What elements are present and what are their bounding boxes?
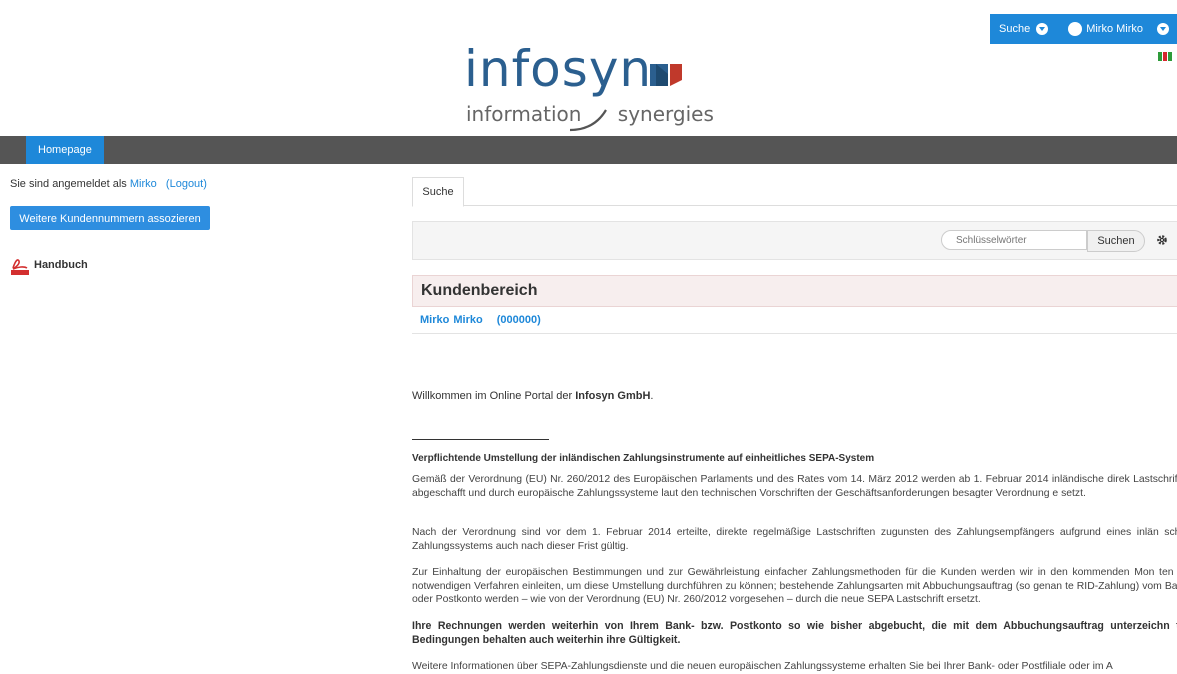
avatar bbox=[1068, 22, 1083, 36]
logo-swoosh-icon bbox=[569, 109, 607, 132]
tab-search[interactable]: Suche bbox=[412, 177, 464, 207]
welcome-text: Willkommen im Online Portal der Infosyn … bbox=[412, 390, 653, 402]
login-prefix: Sie sind angemeldet als bbox=[10, 178, 127, 190]
customer-name: Mirko Mirko bbox=[420, 314, 483, 326]
logo-tagline-right: synergies bbox=[617, 102, 714, 126]
user-toolbar: Suche Mirko Mirko bbox=[990, 14, 1177, 44]
customer-link[interactable]: Mirko Mirko (000000) bbox=[420, 314, 541, 326]
search-button[interactable]: Suchen bbox=[1087, 230, 1145, 252]
customer-area-body: Mirko Mirko (000000) bbox=[412, 306, 1177, 334]
paragraph-4: Ihre Rechnungen werden weiterhin von Ihr… bbox=[412, 620, 1177, 646]
gear-icon[interactable] bbox=[1156, 234, 1168, 246]
welcome-suffix: . bbox=[650, 390, 654, 402]
customer-area-title: Kundenbereich bbox=[421, 282, 538, 299]
main-navbar: Homepage bbox=[0, 136, 1177, 164]
search-input[interactable] bbox=[941, 230, 1087, 250]
login-status: Sie sind angemeldet als Mirko (Logout) bbox=[10, 178, 207, 190]
divider bbox=[412, 439, 549, 440]
search-menu[interactable]: Suche bbox=[990, 23, 1049, 35]
pdf-icon bbox=[11, 256, 29, 275]
user-menu-label: Mirko Mirko bbox=[1086, 23, 1144, 35]
search-panel: Suchen bbox=[412, 221, 1177, 260]
manual-link[interactable]: Handbuch bbox=[10, 255, 88, 275]
welcome-prefix: Willkommen im Online Portal der bbox=[412, 390, 573, 402]
company-logo: infosyn information synergies bbox=[464, 40, 714, 132]
paragraph-1: Gemäß der Verordnung (EU) Nr. 260/2012 d… bbox=[412, 474, 1177, 499]
paragraph-3: Zur Einhaltung der europäischen Bestimmu… bbox=[412, 567, 1177, 605]
chevron-down-icon bbox=[1036, 23, 1049, 35]
welcome-company: Infosyn GmbH bbox=[575, 390, 651, 402]
user-menu[interactable]: Mirko Mirko bbox=[1048, 22, 1170, 36]
language-flag-icon[interactable] bbox=[1158, 52, 1177, 61]
logo-mark-icon bbox=[650, 64, 682, 86]
manual-label: Handbuch bbox=[34, 259, 88, 271]
nav-item-homepage[interactable]: Homepage bbox=[26, 136, 104, 164]
customer-area-header: Kundenbereich bbox=[412, 275, 1177, 307]
associate-customer-numbers-button[interactable]: Weitere Kundennummern assozieren bbox=[10, 206, 210, 230]
logo-wordmark: infosyn bbox=[464, 40, 653, 98]
tab-divider bbox=[412, 205, 1177, 206]
login-user-link[interactable]: Mirko bbox=[130, 178, 157, 190]
section-title: Verpflichtende Umstellung der inländisch… bbox=[412, 453, 875, 464]
customer-number: (000000) bbox=[496, 314, 541, 326]
logo-tagline-left: information bbox=[466, 102, 582, 126]
search-menu-label: Suche bbox=[999, 23, 1031, 35]
paragraph-2: Nach der Verordnung sind vor dem 1. Febr… bbox=[412, 527, 1177, 552]
chevron-down-icon bbox=[1157, 23, 1170, 35]
logout-link[interactable]: (Logout) bbox=[166, 178, 207, 190]
paragraph-5: Weitere Informationen über SEPA-Zahlungs… bbox=[412, 661, 1113, 672]
